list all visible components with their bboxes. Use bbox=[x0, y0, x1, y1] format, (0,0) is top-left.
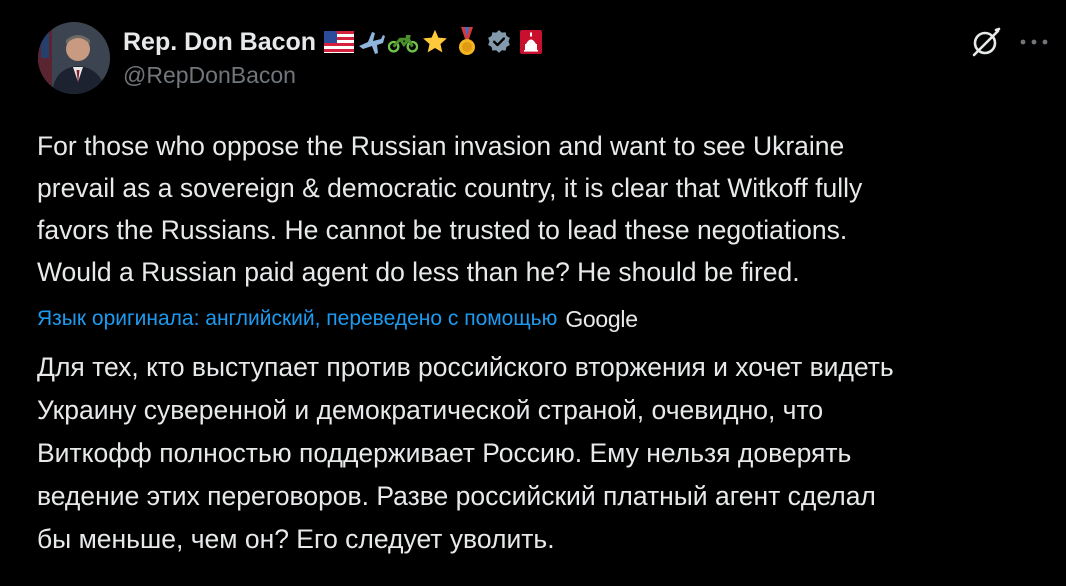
tweet-card: Rep. Don Bacon @RepDonBacon For those wh… bbox=[0, 0, 1066, 586]
avatar[interactable] bbox=[38, 22, 110, 94]
medal-icon bbox=[452, 27, 482, 57]
us-flag-icon bbox=[324, 27, 355, 57]
airplane-icon bbox=[356, 27, 386, 57]
capitol-icon bbox=[516, 27, 546, 57]
star-icon bbox=[420, 27, 450, 57]
motorcycle-icon bbox=[388, 27, 419, 57]
grok-icon[interactable] bbox=[968, 24, 1004, 60]
translation-attribution: Язык оригинала: английский, переведено с… bbox=[37, 302, 638, 336]
more-options-icon[interactable] bbox=[1016, 24, 1052, 60]
tweet-text: For those who oppose the Russian invasio… bbox=[37, 131, 863, 287]
author-display-name[interactable]: Rep. Don Bacon bbox=[123, 28, 316, 57]
verified-badge-icon bbox=[484, 27, 514, 57]
tweet-actions bbox=[968, 24, 1052, 60]
avatar-image bbox=[38, 22, 110, 94]
author-name-row: Rep. Don Bacon bbox=[123, 22, 548, 62]
show-original-link[interactable]: Язык оригинала: английский, переведено с… bbox=[37, 307, 557, 331]
google-logo: Google bbox=[565, 305, 638, 332]
translated-text: Для тех, кто выступает против российског… bbox=[37, 352, 894, 554]
author-handle[interactable]: @RepDonBacon bbox=[123, 62, 296, 89]
